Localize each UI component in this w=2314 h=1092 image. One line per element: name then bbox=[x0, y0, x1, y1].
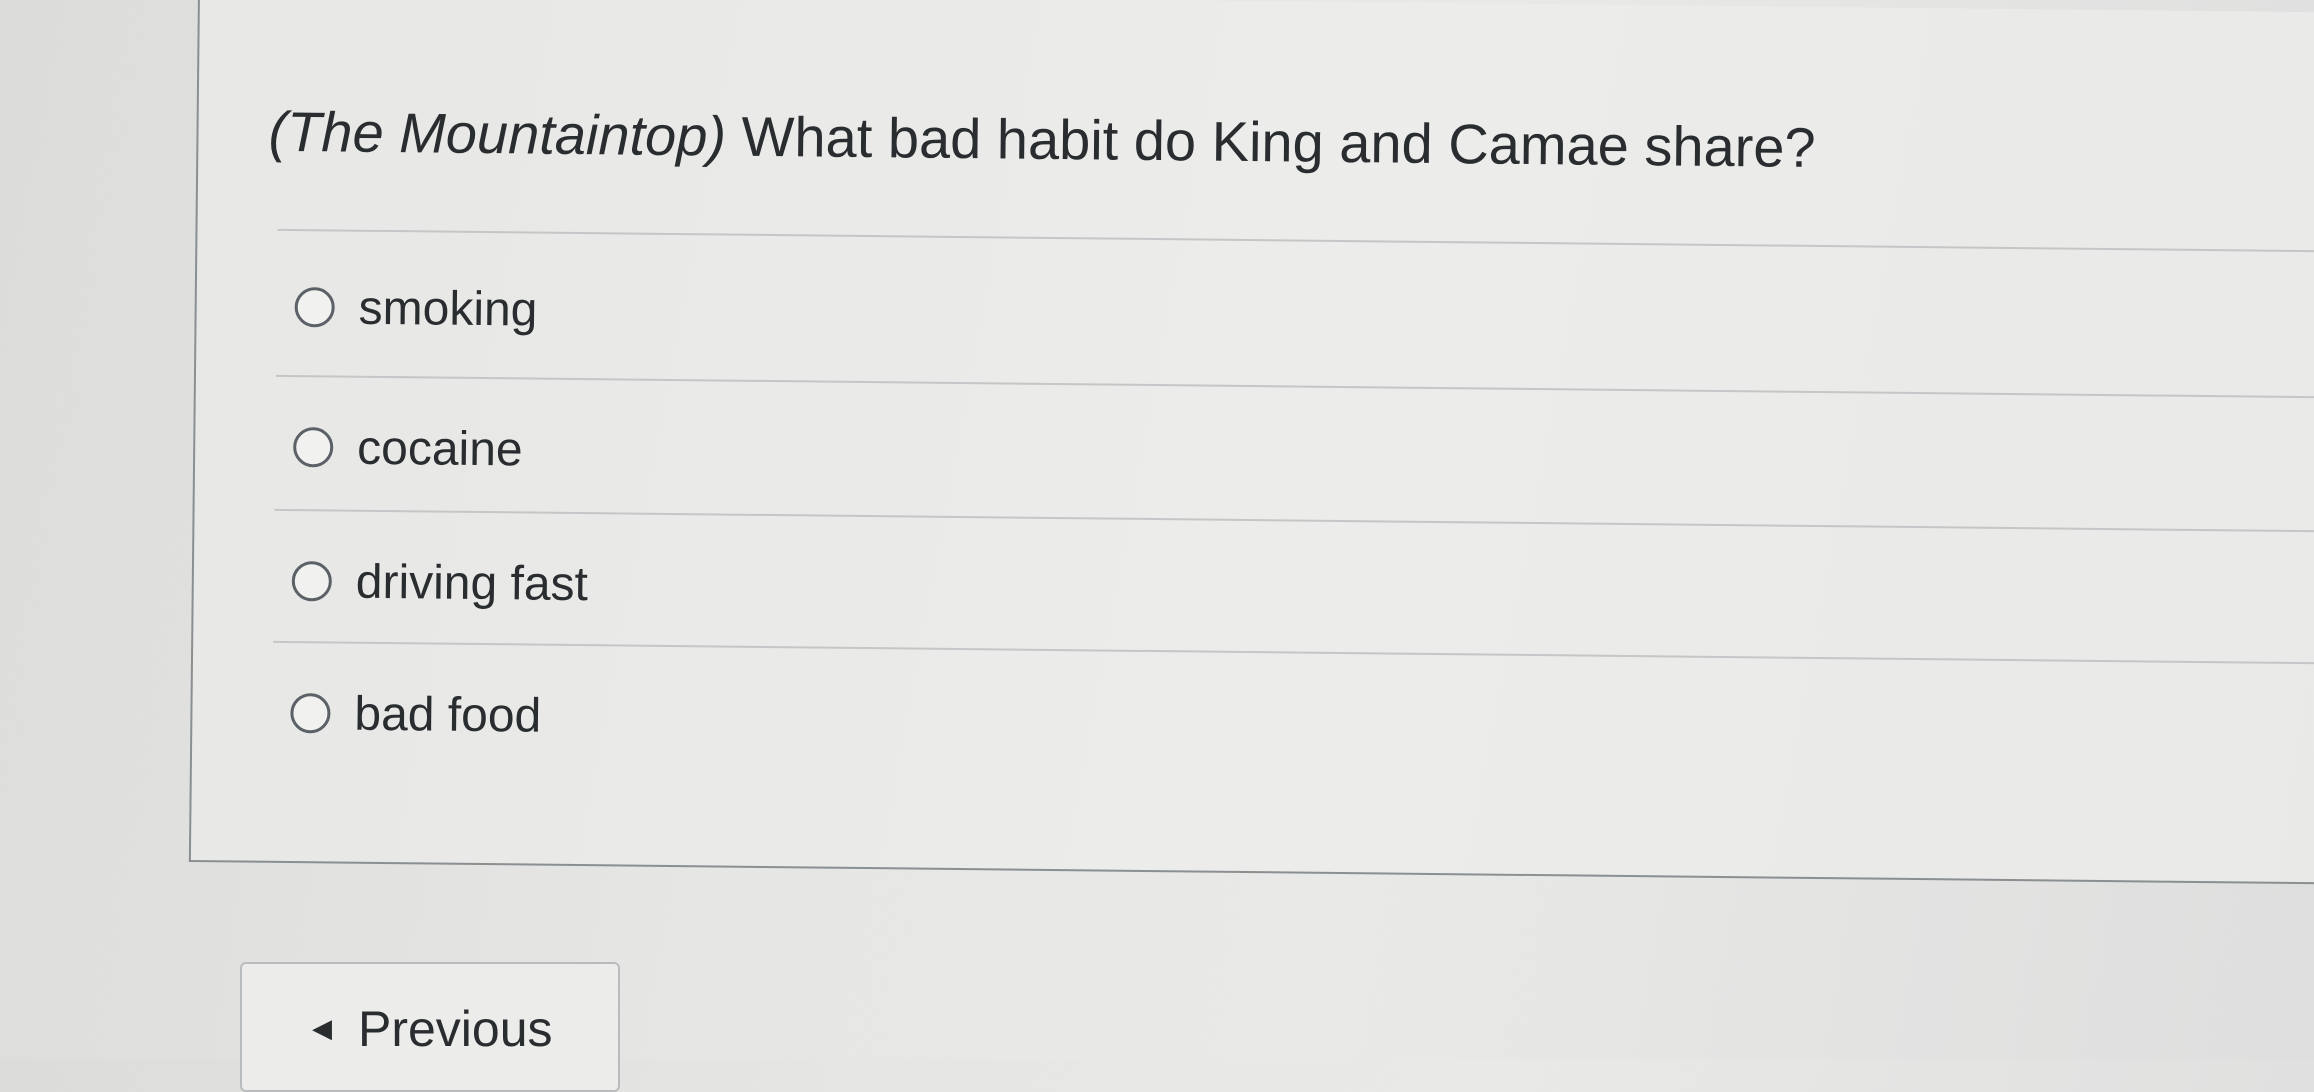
previous-label[interactable]: Previous bbox=[358, 1000, 553, 1058]
answer-divider bbox=[274, 508, 2314, 534]
previous-button[interactable]: ◀ Previous bbox=[240, 962, 620, 1092]
answer-label[interactable]: bad food bbox=[354, 686, 541, 743]
radio-button[interactable] bbox=[291, 561, 333, 602]
answer-option-driving-fast[interactable]: driving fast bbox=[291, 551, 589, 614]
caret-left-icon: ◀ bbox=[312, 1013, 332, 1043]
answer-divider bbox=[273, 640, 2314, 666]
question-text: (The Mountaintop) What bad habit do King… bbox=[268, 99, 1816, 180]
question-prompt: What bad habit do King and Camae share? bbox=[741, 104, 1816, 179]
answer-option-cocaine[interactable]: cocaine bbox=[293, 417, 523, 479]
answer-option-smoking[interactable]: smoking bbox=[294, 277, 538, 340]
radio-button[interactable] bbox=[293, 427, 334, 468]
answer-label[interactable]: cocaine bbox=[357, 420, 523, 477]
question-card: (The Mountaintop) What bad habit do King… bbox=[188, 0, 2314, 886]
question-divider bbox=[277, 228, 2314, 254]
answer-label[interactable]: driving fast bbox=[356, 554, 589, 611]
answer-label[interactable]: smoking bbox=[358, 280, 537, 337]
question-title: (The Mountaintop) bbox=[268, 99, 727, 168]
radio-button[interactable] bbox=[294, 287, 335, 328]
radio-button[interactable] bbox=[290, 693, 331, 734]
answer-divider bbox=[275, 374, 2314, 400]
answer-option-bad-food[interactable]: bad food bbox=[290, 683, 542, 746]
